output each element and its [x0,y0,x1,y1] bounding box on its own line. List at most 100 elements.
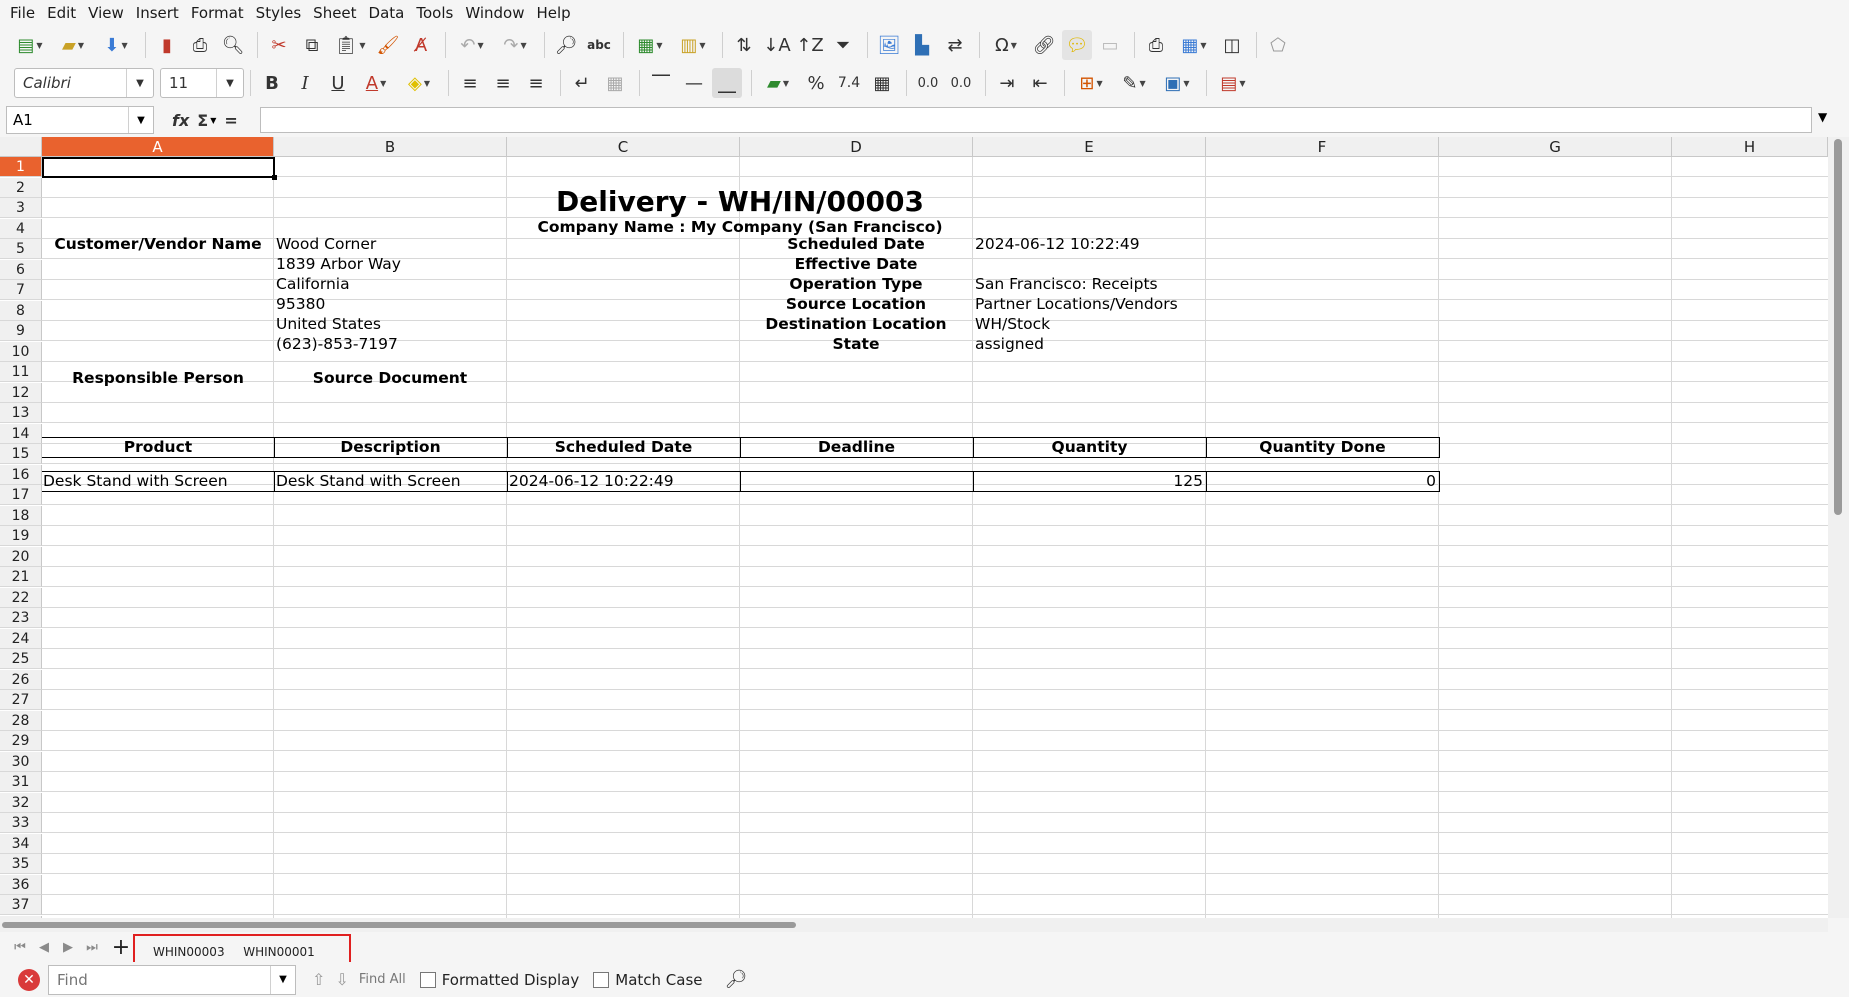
export-pdf-icon[interactable]: ▮ [152,30,182,60]
italic-icon[interactable]: I [290,68,320,98]
expand-formula-bar-icon[interactable]: ▼ [1818,110,1827,124]
highlight-color-icon[interactable]: ◈ ▼ [399,68,439,98]
chevron-down-icon[interactable]: ▼ [128,107,153,133]
column-header-c[interactable]: C [507,137,740,157]
row-header-31[interactable]: 31 [0,772,42,792]
match-case-checkbox[interactable] [593,971,610,988]
borders-icon[interactable]: ⊞ ▼ [1071,68,1111,98]
find-all-button[interactable]: Find All [359,972,406,987]
row-header-36[interactable]: 36 [0,874,42,895]
close-find-icon[interactable]: ✕ [18,968,40,991]
insert-chart-icon[interactable]: ▙ [907,30,937,60]
row-header-10[interactable]: 10 [0,341,42,362]
menu-tools[interactable]: Tools [412,4,461,22]
find-previous-icon[interactable]: ⇧ [312,970,325,989]
column-header-g[interactable]: G [1439,137,1672,157]
column-header-a[interactable]: A [42,137,274,157]
menu-view[interactable]: View [84,4,132,22]
chevron-down-icon[interactable]: ▼ [210,116,216,125]
pivot-table-icon[interactable]: ⇄ [940,30,970,60]
menu-help[interactable]: Help [532,4,578,22]
paste-icon[interactable]: 📋︎ ▼ [330,30,370,60]
freeze-rows-columns-icon[interactable]: ▦ ▼ [1174,30,1214,60]
row-header-33[interactable]: 33 [0,813,42,833]
name-box[interactable]: A1 ▼ [6,106,154,134]
horizontal-scroll-thumb[interactable] [2,922,796,928]
row-header-15[interactable]: 15 [0,444,42,464]
align-top-icon[interactable]: ⎺ [646,68,676,98]
chevron-down-icon[interactable]: ▼ [216,69,243,97]
column-header-e[interactable]: E [973,137,1206,157]
date-format-icon[interactable]: ▦ [867,68,897,98]
row-header-4[interactable]: 4 [0,218,42,239]
save-icon[interactable]: ⬇ ▼ [96,30,136,60]
menu-format[interactable]: Format [187,4,252,22]
row-header-30[interactable]: 30 [0,751,42,772]
sort-ascending-icon[interactable]: ↓A [762,30,792,60]
row-header-6[interactable]: 6 [0,259,42,280]
next-sheet-icon[interactable]: ▶ [56,940,80,955]
row-header-7[interactable]: 7 [0,280,42,300]
row-header-1[interactable]: 1 [0,157,42,177]
previous-sheet-icon[interactable]: ◀ [32,940,56,955]
menu-insert[interactable]: Insert [132,4,187,22]
copy-icon[interactable]: ⧉ [297,30,327,60]
align-bottom-icon[interactable]: ⎽ [712,68,742,98]
define-print-area-icon[interactable]: ⎙ [1141,30,1171,60]
autofill-handle[interactable] [272,175,277,180]
bold-icon[interactable]: B [257,68,287,98]
select-all-corner[interactable] [0,137,42,157]
menu-styles[interactable]: Styles [252,4,310,22]
vertical-scroll-thumb[interactable] [1834,139,1842,515]
menu-data[interactable]: Data [365,4,413,22]
first-sheet-icon[interactable]: ⏮ [8,940,32,955]
row-header-9[interactable]: 9 [0,321,42,341]
border-style-icon[interactable]: ✎ ▼ [1114,68,1154,98]
print-preview-icon[interactable]: 🔍︎ [218,30,248,60]
sum-icon[interactable]: Σ [197,111,208,130]
row-header-20[interactable]: 20 [0,546,42,567]
sheet-tab-whin00003[interactable]: WHIN00003 [153,942,225,964]
column-header-h[interactable]: H [1672,137,1828,157]
formula-input[interactable] [260,107,1812,133]
row-header-2[interactable]: 2 [0,177,42,198]
wrap-text-icon[interactable]: ↵ [567,68,597,98]
row-header-8[interactable]: 8 [0,300,42,321]
row-header-11[interactable]: 11 [0,362,42,382]
sort-icon[interactable]: ⇅ [729,30,759,60]
find-field[interactable]: ▼ [48,964,296,995]
column-header-b[interactable]: B [274,137,507,157]
row-header-13[interactable]: 13 [0,403,42,423]
vertical-scrollbar[interactable] [1828,137,1849,918]
row-header-21[interactable]: 21 [0,567,42,587]
currency-format-icon[interactable]: ▰ ▼ [758,68,798,98]
percent-format-icon[interactable]: % [801,68,831,98]
row-icon[interactable]: ▦ ▼ [630,30,670,60]
horizontal-scrollbar[interactable] [0,918,1828,932]
row-header-3[interactable]: 3 [0,198,42,218]
row-header-5[interactable]: 5 [0,239,42,259]
open-folder-icon[interactable]: ▰ ▼ [53,30,93,60]
add-decimal-icon[interactable]: 0.0 [913,68,943,98]
special-character-icon[interactable]: Ω ▼ [986,30,1026,60]
delete-decimal-icon[interactable]: 0.0 [946,68,976,98]
number-format-icon[interactable]: 7.4 [834,68,864,98]
show-draw-functions-icon[interactable]: ⬠ [1263,30,1293,60]
merge-cells-icon[interactable]: ▦ [600,68,630,98]
row-header-12[interactable]: 12 [0,382,42,403]
clone-formatting-icon[interactable]: 🖌︎ [373,30,403,60]
align-right-icon[interactable]: ≡ [521,68,551,98]
align-left-icon[interactable]: ≡ [455,68,485,98]
spreadsheet-grid[interactable]: ABCDEFGH 1 2 3 4 5 6 7 8 9 10 11 12 13 14 15 16 17 18 19 20… [0,137,1828,918]
clear-formatting-icon[interactable]: A̸ [406,30,436,60]
row-header-26[interactable]: 26 [0,669,42,690]
conditional-format-icon[interactable]: ▤ ▼ [1213,68,1253,98]
row-header-17[interactable]: 17 [0,485,42,505]
find-replace-icon[interactable]: 🔎︎ [725,969,748,990]
row-header-28[interactable]: 28 [0,710,42,731]
font-color-icon[interactable]: A ▼ [356,68,396,98]
row-header-27[interactable]: 27 [0,690,42,710]
decrease-indent-icon[interactable]: ⇤ [1025,68,1055,98]
chevron-down-icon[interactable]: ▼ [126,69,153,97]
font-name-combo[interactable]: Calibri ▼ [14,68,154,98]
